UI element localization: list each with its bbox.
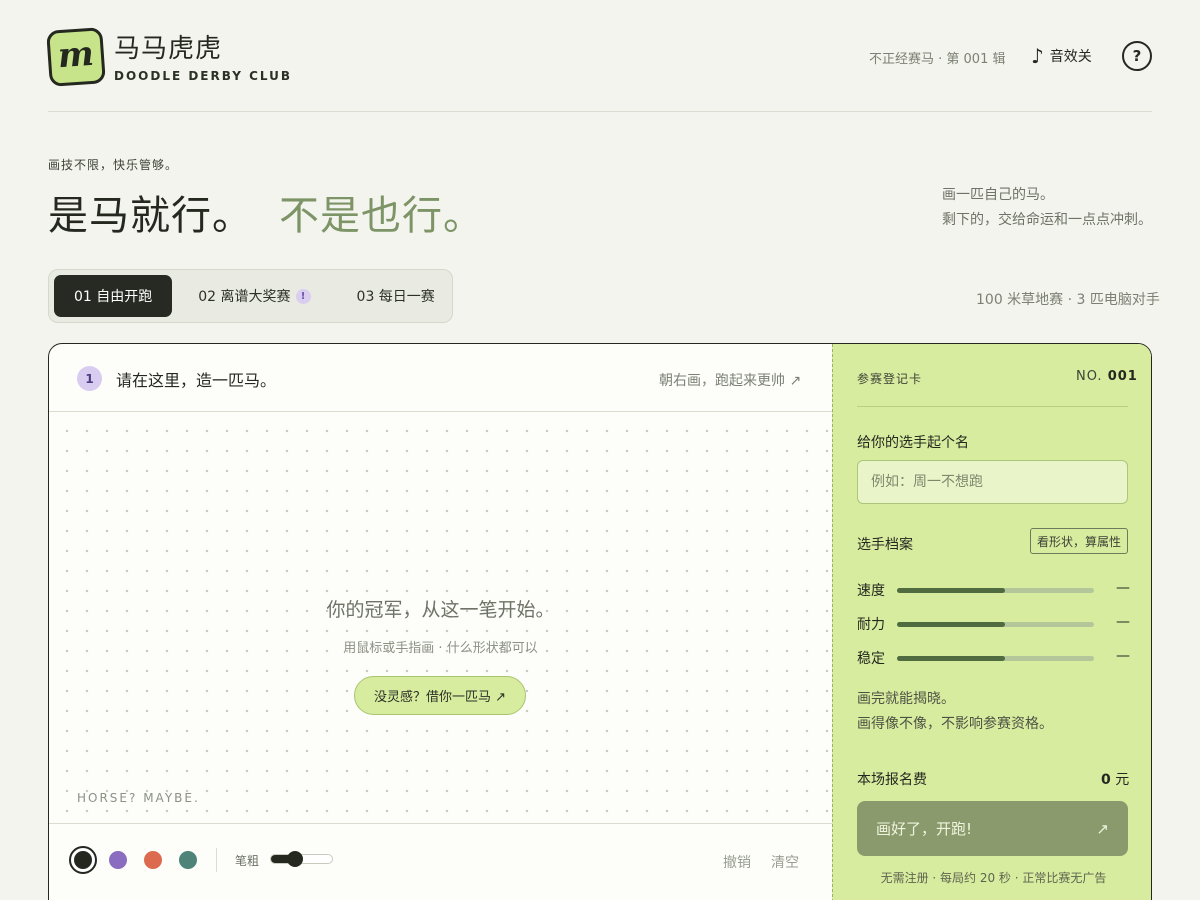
inspire-button[interactable]: 没灵感？借你一匹马 ↗: [354, 676, 526, 715]
registration-title: 参赛登记卡: [857, 372, 923, 386]
stat-bar-speed: [897, 588, 1094, 593]
main-card: 1 请在这里，造一匹马。 朝右画，跑起来更帅 ↗ 你的冠军，从这一笔开始。 用鼠…: [48, 343, 1152, 900]
sound-label: 音效关: [1049, 49, 1092, 65]
undo-button[interactable]: 撤销: [723, 852, 751, 872]
music-note-icon: ♪: [1031, 44, 1044, 68]
step-badge: 1: [77, 366, 102, 391]
reveal-text: 画完就能揭晓。 画得像不像，不影响参赛资格。: [857, 687, 1053, 737]
tab-grand-prix[interactable]: 02 离谱大奖赛 !: [178, 275, 330, 317]
canvas-watermark: HORSE? MAYBE.: [77, 791, 200, 805]
canvas-hint: 朝右画，跑起来更帅 ↗: [659, 373, 802, 389]
tab-label: 03 每日一赛: [356, 289, 435, 305]
headline-accent: 不是也行。: [279, 193, 484, 239]
canvas-header: 1 请在这里，造一匹马。 朝右画，跑起来更帅 ↗: [49, 344, 832, 412]
empty-state-title: 你的冠军，从这一笔开始。: [326, 599, 555, 621]
stat-bar-stability: [897, 656, 1094, 661]
color-swatch-teal[interactable]: [179, 851, 197, 869]
header-divider: [48, 111, 1152, 112]
help-icon: ?: [1132, 47, 1142, 65]
start-note: 无需注册 · 每局约 20 秒 · 正常比赛无广告: [880, 871, 1107, 885]
hero-description: 画一匹自己的马。 剩下的，交给命运和一点点冲刺。: [942, 183, 1152, 233]
arrow-up-right-icon: ↗: [1096, 819, 1109, 838]
start-race-label: 画好了，开跑!: [876, 820, 973, 838]
brand-subtitle: DOODLE DERBY CLUB: [114, 69, 293, 83]
tab-free-run[interactable]: 01 自由开跑: [54, 275, 173, 317]
headline-main: 是马就行。: [48, 193, 253, 239]
stat-label-stability: 稳定: [857, 651, 885, 667]
empty-state-subtitle: 用鼠标或手指画 · 什么形状都可以: [343, 641, 538, 656]
stat-value-speed: —: [1116, 580, 1130, 596]
horse-name-input[interactable]: [857, 460, 1128, 504]
stat-fill: [897, 622, 1006, 627]
canvas-title: 请在这里，造一匹马。: [116, 371, 277, 390]
swatch-dot: [74, 851, 92, 869]
stat-value-endurance: —: [1116, 614, 1130, 630]
alert-badge-icon: !: [295, 288, 311, 304]
reveal-line-1: 画完就能揭晓。: [857, 691, 955, 707]
number-value: 001: [1107, 369, 1138, 384]
fee-unit: 元: [1115, 772, 1130, 788]
help-button[interactable]: ?: [1122, 41, 1152, 71]
brand-title: 马马虎虎: [114, 34, 223, 64]
slider-handle[interactable]: [287, 851, 304, 867]
logo-letter: m: [56, 33, 96, 77]
desc-line-1: 画一匹自己的马。: [942, 187, 1054, 203]
canvas-pane: 1 请在这里，造一匹马。 朝右画，跑起来更帅 ↗ 你的冠军，从这一笔开始。 用鼠…: [49, 344, 832, 900]
start-race-button[interactable]: 画好了，开跑! ↗: [857, 801, 1128, 856]
race-info: 100 米草地赛 · 3 匹电脑对手: [976, 292, 1160, 308]
tab-label: 02 离谱大奖赛: [198, 289, 291, 305]
number-label: NO.: [1076, 369, 1103, 384]
tagline: 画技不限，快乐管够。: [48, 158, 179, 172]
reveal-line-2: 画得像不像，不影响参赛资格。: [857, 716, 1053, 732]
logo-badge[interactable]: m: [46, 27, 106, 87]
name-label: 给你的选手起个名: [857, 435, 969, 451]
drawing-toolbar: 笔粗 撤销 清空: [49, 823, 832, 900]
tab-label: 01 自由开跑: [74, 289, 153, 305]
tab-daily-race[interactable]: 03 每日一赛: [337, 275, 455, 317]
brush-size-label: 笔粗: [235, 854, 260, 868]
profile-tag: 看形状，算属性: [1030, 528, 1129, 554]
stat-label-endurance: 耐力: [857, 617, 885, 633]
color-swatch-orange[interactable]: [144, 851, 162, 869]
registration-number: NO. 001: [1076, 369, 1138, 384]
clear-button[interactable]: 清空: [771, 852, 799, 872]
color-swatch-purple[interactable]: [109, 851, 127, 869]
profile-label: 选手档案: [857, 537, 913, 553]
brush-size-slider[interactable]: [270, 851, 333, 867]
registration-divider: [857, 406, 1128, 407]
fee-value: 0 元: [1101, 769, 1129, 789]
stat-bar-endurance: [897, 622, 1094, 627]
stat-value-stability: —: [1116, 648, 1130, 664]
headline: 是马就行。 不是也行。: [48, 183, 484, 241]
registration-card: 参赛登记卡 NO. 001 给你的选手起个名 选手档案 看形状，算属性 速度 —…: [832, 344, 1151, 900]
mode-tabs: 01 自由开跑 02 离谱大奖赛 ! 03 每日一赛: [48, 269, 453, 323]
color-swatch-black[interactable]: [69, 846, 97, 874]
fee-label: 本场报名费: [857, 772, 927, 788]
stat-fill: [897, 588, 1006, 593]
issue-label: 不正经赛马 · 第 001 辑: [869, 52, 1006, 67]
sound-toggle[interactable]: ♪ 音效关: [1031, 46, 1092, 66]
toolbar-divider: [216, 848, 217, 872]
stat-label-speed: 速度: [857, 583, 885, 599]
desc-line-2: 剩下的，交给命运和一点点冲刺。: [942, 212, 1152, 228]
fee-amount: 0: [1101, 772, 1111, 788]
stat-fill: [897, 656, 1006, 661]
